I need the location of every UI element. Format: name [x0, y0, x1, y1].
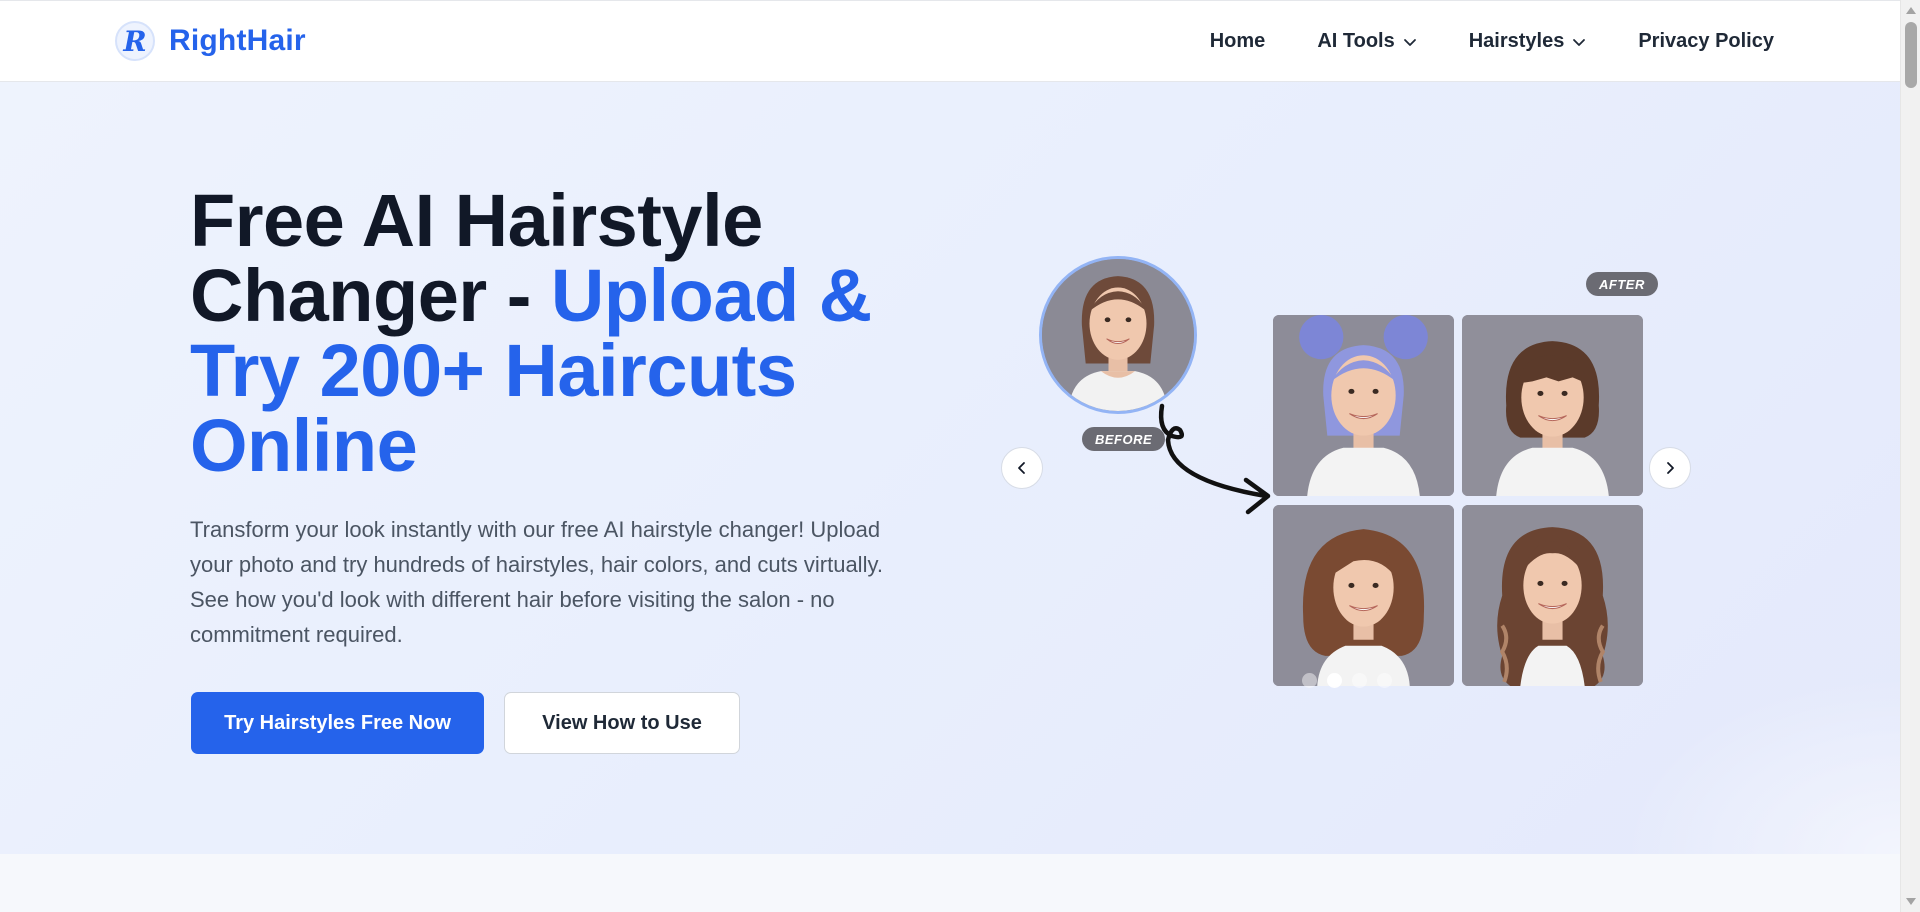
after-photo-grid: [1273, 315, 1643, 686]
main-nav: Home AI Tools Hairstyles Privacy Policy: [1210, 30, 1774, 53]
nav-item-label: Home: [1209, 30, 1266, 52]
carousel-dot-active[interactable]: [1327, 673, 1342, 688]
view-how-to-use-button[interactable]: View How to Use: [504, 692, 740, 754]
nav-item-label: Hairstyles: [1468, 30, 1565, 52]
after-portrait-layered: [1273, 505, 1454, 686]
scroll-up-arrow-icon[interactable]: [1906, 7, 1916, 14]
logo-text: RightHair: [169, 24, 306, 57]
chevron-right-icon: [1667, 462, 1674, 474]
scrollbar-thumb[interactable]: [1905, 22, 1917, 88]
carousel-dot[interactable]: [1302, 673, 1317, 688]
next-section: [0, 854, 1900, 912]
after-portrait-waves: [1462, 505, 1643, 686]
nav-item-home[interactable]: Home: [1210, 30, 1266, 53]
carousel-dots: [1302, 673, 1392, 688]
carousel-dot[interactable]: [1352, 673, 1367, 688]
hero-description: Transform your look instantly with our f…: [190, 517, 883, 647]
site-header: R RightHair Home AI Tools Hairstyles Pri…: [0, 0, 1900, 82]
nav-item-label: AI Tools: [1317, 30, 1395, 52]
after-photo: [1273, 505, 1454, 686]
before-portrait: [1042, 259, 1194, 411]
nav-item-privacy-policy[interactable]: Privacy Policy: [1638, 30, 1774, 53]
after-label: AFTER: [1586, 272, 1658, 296]
logo-icon: R: [115, 21, 155, 61]
before-photo: [1039, 256, 1197, 414]
try-hairstyles-button[interactable]: Try Hairstyles Free Now: [191, 692, 484, 754]
chevron-down-icon: [1573, 38, 1586, 46]
scroll-down-arrow-icon[interactable]: [1906, 898, 1916, 905]
hero-decoration: [1620, 674, 1900, 854]
after-photo: [1462, 315, 1643, 496]
after-photo: [1273, 315, 1454, 496]
nav-item-label: Privacy Policy: [1638, 30, 1774, 52]
vertical-scrollbar[interactable]: [1900, 0, 1920, 912]
chevron-down-icon: [1403, 38, 1416, 46]
after-portrait-blue: [1273, 315, 1454, 496]
nav-item-hairstyles[interactable]: Hairstyles: [1469, 30, 1587, 53]
nav-item-ai-tools[interactable]: AI Tools: [1317, 30, 1416, 53]
carousel-prev-button[interactable]: [1001, 447, 1043, 489]
carousel-dot[interactable]: [1377, 673, 1392, 688]
after-portrait-bob: [1462, 315, 1643, 496]
chevron-left-icon: [1018, 462, 1025, 474]
page: R RightHair Home AI Tools Hairstyles Pri…: [0, 0, 1920, 912]
hero-title: Free AI Hairstyle Changer - Upload & Try…: [190, 183, 950, 483]
curved-arrow-icon: [1158, 403, 1271, 515]
after-photo: [1462, 505, 1643, 686]
carousel-next-button[interactable]: [1649, 447, 1691, 489]
logo[interactable]: R RightHair: [115, 21, 306, 61]
